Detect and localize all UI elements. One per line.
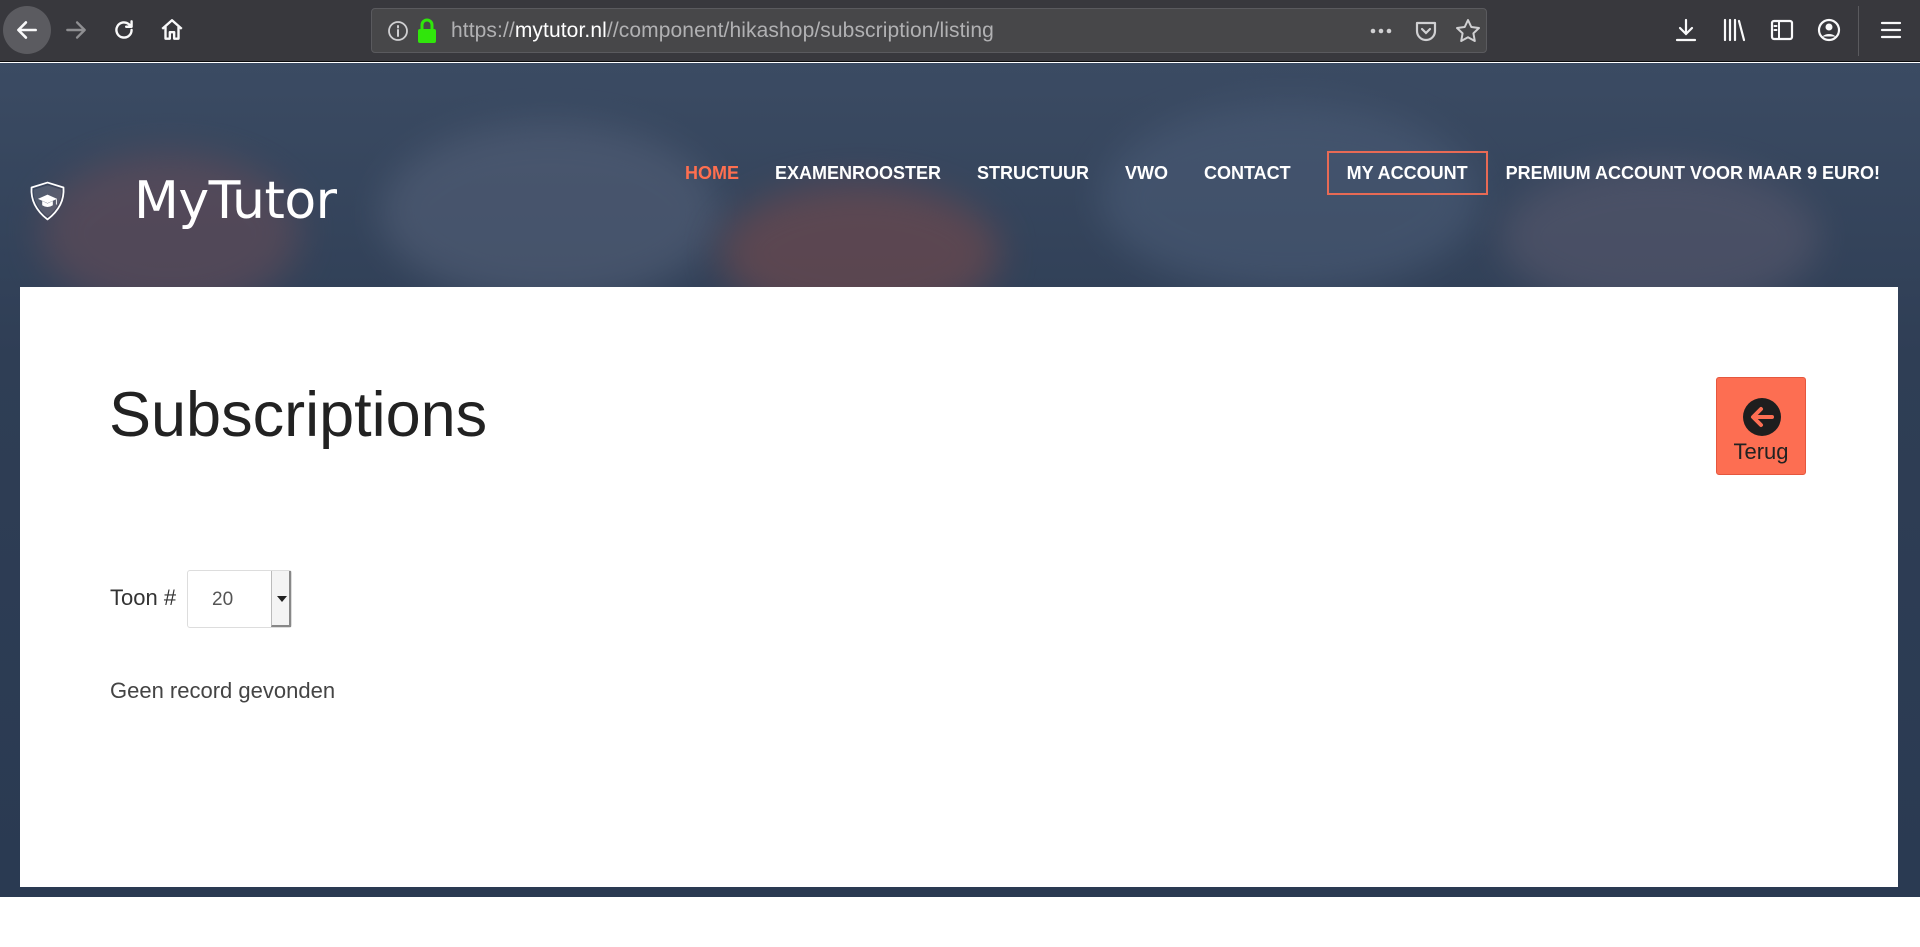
page-size-value: 20 <box>212 589 234 610</box>
download-icon[interactable] <box>1672 16 1700 44</box>
more-icon[interactable] <box>1366 18 1396 44</box>
reload-button[interactable] <box>100 6 148 54</box>
back-terug-button[interactable]: Terug <box>1716 377 1806 475</box>
page-size-select[interactable]: 20 <box>187 570 292 628</box>
arrow-right-icon <box>66 21 86 39</box>
logo-shield-icon[interactable] <box>28 145 138 257</box>
toolbar-separator <box>1858 6 1859 56</box>
page-size-label: Toon # <box>110 585 177 610</box>
star-icon[interactable] <box>1454 17 1482 45</box>
url-domain: mytutor.nl <box>514 19 607 42</box>
nav-home[interactable]: HOME <box>667 151 757 195</box>
arrow-left-icon <box>17 21 37 39</box>
sidebar-icon[interactable] <box>1768 16 1796 44</box>
home-icon <box>161 19 183 40</box>
pocket-icon[interactable] <box>1412 17 1440 45</box>
account-icon[interactable] <box>1815 16 1843 44</box>
nav-my-account[interactable]: MY ACCOUNT <box>1326 151 1488 195</box>
nav-vwo[interactable]: VWO <box>1107 151 1186 195</box>
home-button[interactable] <box>148 6 196 54</box>
background-blur <box>380 123 720 303</box>
url-text[interactable]: https://mytutor.nl//component/hikashop/s… <box>451 19 994 43</box>
content-card: Subscriptions Terug Toon # 20 Geen recor… <box>20 287 1898 887</box>
url-path: //component/hikashop/subscription/listin… <box>606 19 994 42</box>
address-bar[interactable]: https://mytutor.nl//component/hikashop/s… <box>371 8 1487 53</box>
nav-examenrooster[interactable]: EXAMENROOSTER <box>757 151 959 195</box>
logo-text[interactable]: MyTutor <box>134 171 337 231</box>
menu-icon[interactable] <box>1877 16 1905 44</box>
arrow-circle-left-icon <box>1743 398 1781 436</box>
chevron-down-icon[interactable] <box>271 571 291 627</box>
forward-button[interactable] <box>52 6 100 54</box>
background-blur <box>1100 103 1480 293</box>
page-title: Subscriptions <box>109 380 488 450</box>
main-nav: HOME EXAMENROOSTER STRUCTUUR VWO CONTACT… <box>667 151 1898 195</box>
url-prefix: https:// <box>451 19 515 42</box>
lock-icon[interactable] <box>416 18 438 44</box>
nav-premium-account[interactable]: PREMIUM ACCOUNT VOOR MAAR 9 EURO! <box>1488 151 1898 195</box>
nav-contact[interactable]: CONTACT <box>1186 151 1309 195</box>
browser-toolbar: https://mytutor.nl//component/hikashop/s… <box>0 0 1920 62</box>
info-icon[interactable] <box>386 19 410 43</box>
library-icon[interactable] <box>1720 16 1748 44</box>
nav-structuur[interactable]: STRUCTUUR <box>959 151 1107 195</box>
back-button-label: Terug <box>1733 439 1789 464</box>
back-button[interactable] <box>3 6 51 54</box>
empty-message: Geen record gevonden <box>110 678 336 703</box>
reload-icon <box>115 20 133 39</box>
